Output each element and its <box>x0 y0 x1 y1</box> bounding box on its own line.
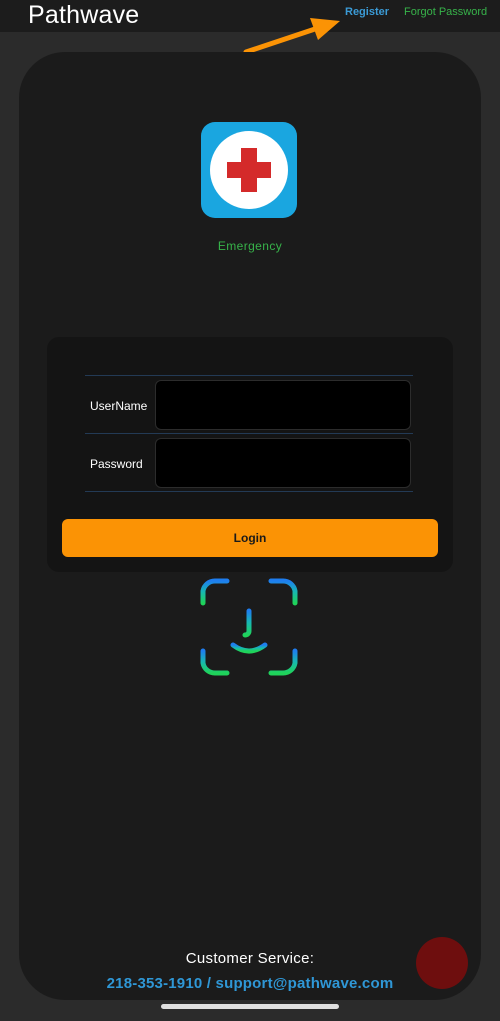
login-button[interactable]: Login <box>62 519 438 557</box>
home-indicator <box>161 1004 339 1009</box>
login-panel: UserName Password Login <box>47 337 453 572</box>
app-title: Pathwave <box>28 1 140 29</box>
divider <box>85 433 413 434</box>
username-label: UserName <box>90 399 148 413</box>
password-input[interactable] <box>155 438 411 488</box>
floating-action-button[interactable] <box>416 937 468 989</box>
main-card: Emergency UserName Password Login Custom… <box>19 52 481 1000</box>
emergency-label: Emergency <box>217 239 283 253</box>
register-link[interactable]: Register <box>345 6 389 18</box>
face-id-icon[interactable] <box>199 577 299 677</box>
customer-service-contact-link[interactable]: 218-353-1910 / support@pathwave.com <box>19 975 481 992</box>
emergency-app-button[interactable] <box>201 122 297 218</box>
divider <box>85 491 413 492</box>
password-label: Password <box>90 457 143 471</box>
red-cross-icon <box>210 131 288 209</box>
customer-service-label: Customer Service: <box>185 950 315 967</box>
username-input[interactable] <box>155 380 411 430</box>
forgot-password-link[interactable]: Forgot Password <box>404 6 487 18</box>
divider <box>85 375 413 376</box>
